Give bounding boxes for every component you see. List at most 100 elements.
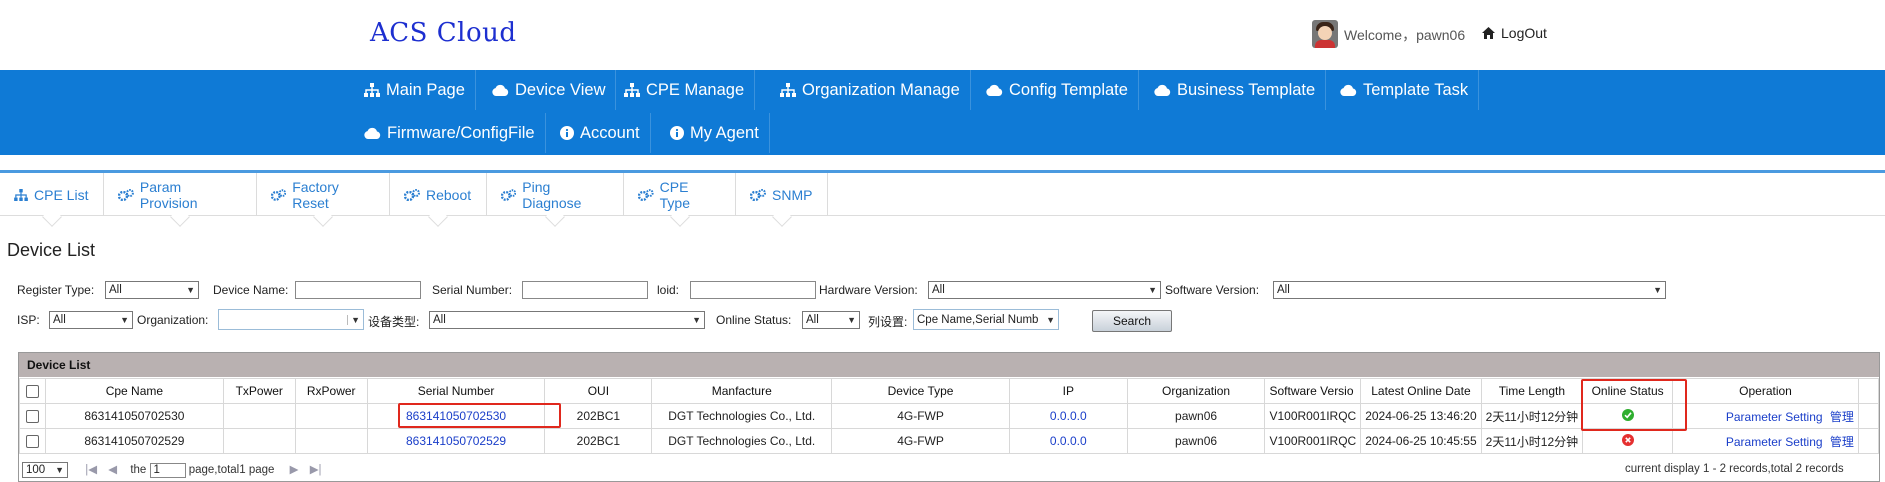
column-header[interactable]: Manfacture xyxy=(651,378,833,404)
nav-label: CPE Manage xyxy=(646,80,745,99)
column-header[interactable]: IP xyxy=(1008,378,1128,404)
organization-label: Organization: xyxy=(137,313,209,327)
tab-label: Param Provision xyxy=(139,178,198,211)
nav-item-config-template[interactable]: Config Template xyxy=(976,70,1139,110)
parameter-setting-link[interactable]: Parameter Setting xyxy=(1726,410,1823,424)
serial-number-link[interactable]: 863141050702530 xyxy=(406,409,506,423)
tab-label: CPE List xyxy=(34,186,89,203)
chevron-down-icon: ▼ xyxy=(120,315,129,325)
tab-ping-diagnose[interactable]: Ping Diagnose xyxy=(487,173,624,227)
tab-reboot[interactable]: Reboot xyxy=(390,173,487,227)
column-header[interactable]: Device Type xyxy=(831,378,1010,404)
app-logo: ACS Cloud xyxy=(370,18,517,48)
organization-combo[interactable]: ▼ xyxy=(218,309,364,330)
column-header[interactable]: TxPower xyxy=(222,378,296,404)
time-length-cell: 2天11小时12分钟 xyxy=(1480,403,1584,429)
nav-item-my-agent[interactable]: My Agent xyxy=(660,113,770,153)
tab-param-provision[interactable]: Param Provision xyxy=(104,173,257,227)
organization-cell: pawn06 xyxy=(1126,403,1266,429)
nav-item-cpe-manage[interactable]: CPE Manage xyxy=(614,70,756,110)
nav-item-business-template[interactable]: Business Template xyxy=(1144,70,1327,110)
nav-item-main-page[interactable]: Main Page xyxy=(354,70,476,110)
prev-page-icon[interactable]: ◀ xyxy=(108,464,117,476)
search-button[interactable]: Search xyxy=(1092,310,1172,332)
tab-factory-reset[interactable]: Factory Reset xyxy=(257,173,390,227)
column-header[interactable]: Latest Online Date xyxy=(1360,378,1482,404)
column-header[interactable]: Online Status xyxy=(1582,378,1674,404)
cloud-icon xyxy=(1154,84,1171,96)
tab-label: SNMP xyxy=(772,186,813,203)
serial-number-input[interactable] xyxy=(522,281,648,299)
info-icon xyxy=(560,126,574,140)
isp-select[interactable]: All ▼ xyxy=(49,311,133,329)
last-page-icon[interactable]: ▶| xyxy=(310,464,322,476)
tab-cpe-type[interactable]: CPE Type xyxy=(624,173,736,227)
page-size-select[interactable]: 100 ▼ xyxy=(22,462,68,478)
logout-link[interactable]: LogOut xyxy=(1482,25,1547,41)
ip-link[interactable]: 0.0.0.0 xyxy=(1050,434,1087,448)
software-version-select[interactable]: All ▼ xyxy=(1273,281,1666,299)
column-header[interactable]: Cpe Name xyxy=(44,378,224,404)
isp-label: ISP: xyxy=(17,313,40,327)
table-header-row: Cpe Name TxPower RxPower Serial Number O… xyxy=(19,378,1880,404)
serial-number-link[interactable]: 863141050702529 xyxy=(406,434,506,448)
ip-link[interactable]: 0.0.0.0 xyxy=(1050,409,1087,423)
nav-label: Template Task xyxy=(1363,80,1469,99)
column-header[interactable]: Software Versio xyxy=(1264,378,1362,404)
device-name-input[interactable] xyxy=(295,281,421,299)
nav-label: Device View xyxy=(515,80,606,99)
operation-cell: Parameter Setting 管理 xyxy=(1672,428,1859,454)
row-checkbox[interactable] xyxy=(25,410,39,424)
column-header[interactable]: Serial Number xyxy=(366,378,546,404)
manage-link[interactable]: 管理 xyxy=(1830,435,1854,449)
column-header[interactable]: Time Length xyxy=(1480,378,1584,404)
txpower-cell xyxy=(222,428,296,454)
tab-cpe-list[interactable]: CPE List xyxy=(0,173,104,227)
rxpower-cell xyxy=(294,403,368,429)
table-row[interactable]: 863141050702530 863141050702530 202BC1 D… xyxy=(19,403,1880,429)
device-type-select[interactable]: All ▼ xyxy=(429,311,705,329)
nav-item-template-task[interactable]: Template Task xyxy=(1330,70,1480,110)
latest-online-cell: 2024-06-25 10:45:55 xyxy=(1360,428,1482,454)
chevron-down-icon: ▼ xyxy=(347,314,360,325)
online-status-cell xyxy=(1582,403,1674,429)
home-icon xyxy=(1482,27,1495,39)
column-header[interactable]: OUI xyxy=(544,378,653,404)
device-type-label: 设备类型: xyxy=(368,315,420,329)
column-header[interactable]: RxPower xyxy=(294,378,368,404)
nav-item-organization-manage[interactable]: Organization Manage xyxy=(770,70,971,110)
offline-x-icon xyxy=(1621,433,1634,446)
register-type-select[interactable]: All ▼ xyxy=(105,281,199,299)
tab-snmp[interactable]: SNMP xyxy=(736,173,828,227)
logout-label: LogOut xyxy=(1501,25,1547,41)
welcome-text: Welcome，pawn06 xyxy=(1344,27,1466,43)
hardware-version-select[interactable]: All ▼ xyxy=(928,281,1161,299)
online-status-select[interactable]: All ▼ xyxy=(802,311,860,329)
table-row[interactable]: 863141050702529 863141050702529 202BC1 D… xyxy=(19,428,1880,454)
cloud-icon xyxy=(986,84,1003,96)
parameter-setting-link[interactable]: Parameter Setting xyxy=(1726,435,1823,449)
nav-item-device-view[interactable]: Device View xyxy=(482,70,617,110)
column-header[interactable]: Organization xyxy=(1126,378,1266,404)
row-checkbox[interactable] xyxy=(25,435,39,449)
manage-link[interactable]: 管理 xyxy=(1830,410,1854,424)
device-type-cell: 4G-FWP xyxy=(831,428,1010,454)
column-header[interactable]: Operation xyxy=(1672,378,1859,404)
software-version-label: Software Version: xyxy=(1165,283,1260,297)
main-nav: Main Page Device View CPE Manage Organiz… xyxy=(0,70,1885,155)
page-text-after: page,total1 page xyxy=(188,464,275,477)
nav-item-firmware-configfile[interactable]: Firmware/ConfigFile xyxy=(354,113,546,153)
next-page-icon[interactable]: ▶ xyxy=(290,464,299,476)
first-page-icon[interactable]: |◀ xyxy=(85,464,97,476)
select-all-cell[interactable] xyxy=(19,378,46,404)
gears-icon xyxy=(404,188,420,201)
loid-input[interactable] xyxy=(690,281,816,299)
record-status: current display 1 - 2 records,total 2 re… xyxy=(1625,463,1844,475)
page-text-before: the xyxy=(130,464,147,477)
page-title: Device List xyxy=(7,240,96,260)
column-settings-select[interactable]: Cpe Name,Serial Numb ▼ xyxy=(913,309,1059,330)
select-all-checkbox[interactable] xyxy=(25,385,39,399)
nav-item-account[interactable]: Account xyxy=(550,113,651,153)
gears-icon xyxy=(118,188,134,201)
page-number-input[interactable]: 1 xyxy=(149,462,186,478)
